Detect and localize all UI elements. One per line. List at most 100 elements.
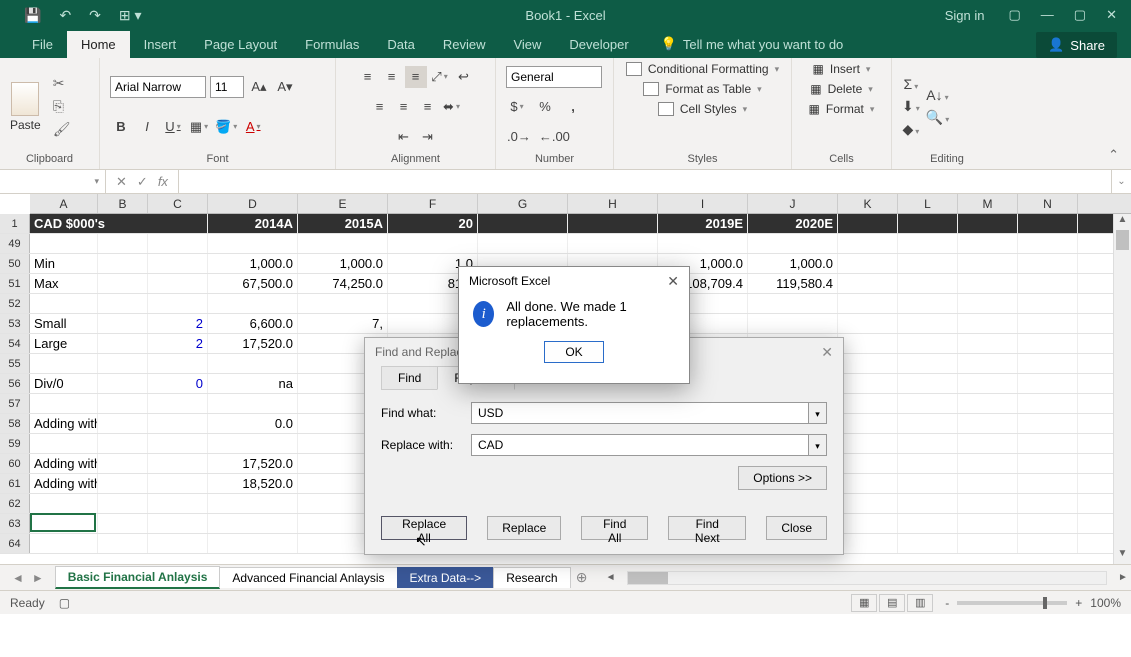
cell[interactable] [30,434,98,453]
cell[interactable] [898,354,958,373]
cell[interactable] [148,254,208,273]
cell[interactable] [208,534,298,553]
tab-data[interactable]: Data [373,31,428,58]
row-header[interactable]: 58 [0,414,30,433]
tab-view[interactable]: View [499,31,555,58]
font-color-icon[interactable]: A [242,116,264,138]
row-header[interactable]: 59 [0,434,30,453]
column-header[interactable]: F [388,194,478,213]
cell[interactable] [838,474,898,493]
cell[interactable] [838,494,898,513]
cell[interactable] [838,354,898,373]
cell[interactable] [838,294,898,313]
format-cells-button[interactable]: ▦Format▾ [809,102,875,116]
sheet-nav-next-icon[interactable]: ► [32,571,44,585]
cell[interactable] [838,394,898,413]
close-icon[interactable]: ✕ [1106,7,1117,23]
row-header[interactable]: 56 [0,374,30,393]
column-header[interactable]: D [208,194,298,213]
new-sheet-button[interactable]: ⊕ [571,569,593,586]
ribbon-options-icon[interactable]: ▢ [1009,7,1021,23]
cell[interactable]: 1,000.0 [208,254,298,273]
undo-icon[interactable]: ↶ [59,7,71,24]
cell[interactable] [958,434,1018,453]
cell[interactable] [98,334,148,353]
cell[interactable] [148,354,208,373]
cell[interactable]: 0 [148,374,208,393]
fx-icon[interactable]: fx [158,174,168,189]
row-header[interactable]: 50 [0,254,30,273]
cell[interactable]: Large [30,334,98,353]
cell[interactable] [148,534,208,553]
hscroll-left-icon[interactable]: ◄ [603,572,619,583]
cell[interactable] [1018,534,1078,553]
cell-styles-button[interactable]: Cell Styles▾ [658,102,747,116]
cell[interactable] [98,454,148,473]
cell[interactable] [1018,414,1078,433]
cell[interactable] [958,314,1018,333]
zoom-level[interactable]: 100% [1090,596,1121,610]
cell[interactable]: 6,600.0 [208,314,298,333]
cell[interactable]: Max [30,274,98,293]
cell[interactable]: 67,500.0 [208,274,298,293]
align-right-icon[interactable]: ≡ [417,96,439,118]
cell[interactable] [98,394,148,413]
column-header[interactable]: N [1018,194,1078,213]
cell[interactable] [898,214,958,233]
cell[interactable] [958,294,1018,313]
cell[interactable] [958,514,1018,533]
cell[interactable] [838,334,898,353]
fill-color-icon[interactable]: 🪣 [214,116,238,138]
cell[interactable] [298,294,388,313]
cell[interactable] [98,374,148,393]
cell[interactable] [148,434,208,453]
share-button[interactable]: 👤 Share [1036,32,1117,58]
align-left-icon[interactable]: ≡ [369,96,391,118]
replace-all-button[interactable]: Replace All [381,516,467,540]
zoom-slider[interactable] [957,601,1067,605]
horizontal-scrollbar[interactable] [627,571,1107,585]
dialog-close-icon[interactable]: ✕ [821,344,833,361]
find-select-icon[interactable]: 🔍 [926,109,949,126]
cell[interactable] [208,494,298,513]
cell[interactable] [958,354,1018,373]
expand-formula-bar-icon[interactable]: ⌄ [1111,170,1131,193]
cell[interactable] [148,414,208,433]
replace-with-input[interactable] [471,434,809,456]
cell[interactable] [898,474,958,493]
autosum-icon[interactable]: Σ [904,76,919,92]
zoom-out-icon[interactable]: - [945,596,949,610]
cell[interactable] [898,254,958,273]
cell[interactable] [30,234,98,253]
cell[interactable]: 20 [388,214,478,233]
cell[interactable] [958,374,1018,393]
cell[interactable] [1018,394,1078,413]
increase-indent-icon[interactable]: ⇥ [417,126,439,148]
macro-record-icon[interactable]: ▢ [59,596,70,610]
number-format-input[interactable] [506,66,602,88]
save-icon[interactable]: 💾 [24,7,41,24]
cell[interactable] [208,434,298,453]
cell[interactable] [748,234,838,253]
hscroll-right-icon[interactable]: ► [1115,572,1131,583]
ok-button[interactable]: OK [544,341,604,363]
sort-filter-icon[interactable]: A↓ [926,87,948,103]
cell[interactable] [98,534,148,553]
column-header[interactable]: I [658,194,748,213]
cell[interactable] [98,434,148,453]
replace-button[interactable]: Replace [487,516,561,540]
cell[interactable] [1018,314,1078,333]
cell[interactable] [1018,214,1078,233]
cell[interactable] [898,314,958,333]
bold-button[interactable]: B [110,116,132,138]
comma-icon[interactable]: , [562,96,584,118]
cell[interactable] [958,494,1018,513]
column-header[interactable]: B [98,194,148,213]
row-header[interactable]: 53 [0,314,30,333]
cell[interactable]: 2014A [208,214,298,233]
cell[interactable] [1018,374,1078,393]
cell[interactable] [838,314,898,333]
find-next-button[interactable]: Find Next [668,516,746,540]
find-history-dropdown[interactable]: ▾ [809,402,827,424]
column-headers[interactable]: ABCDEFGHIJKLMN [30,194,1131,214]
